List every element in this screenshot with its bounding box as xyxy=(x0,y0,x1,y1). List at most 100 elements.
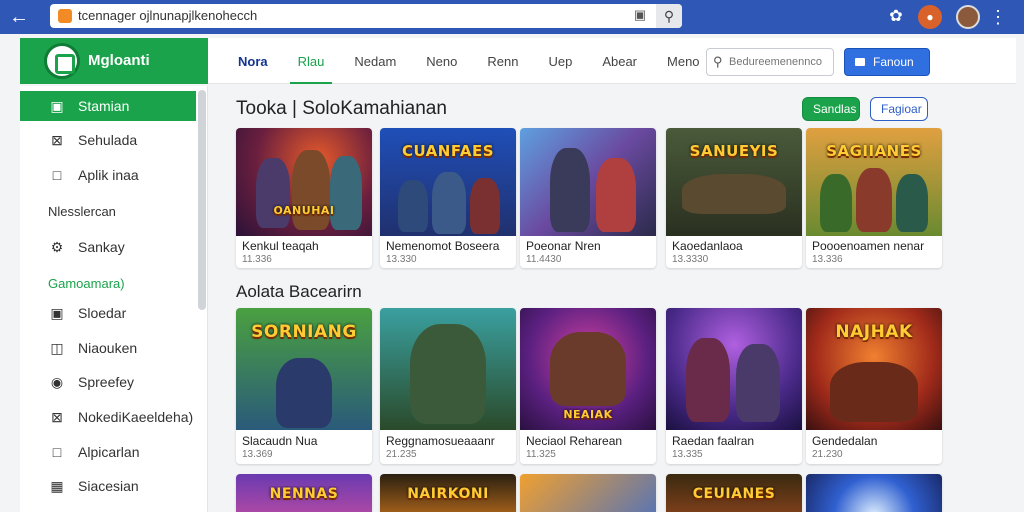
game-title: Neciaol Reharean xyxy=(526,434,623,448)
game-card[interactable]: Raedan faalran 13.335 xyxy=(666,308,802,464)
game-count: 11.325 xyxy=(526,449,556,460)
game-card[interactable] xyxy=(806,474,942,512)
game-count: 11.336 xyxy=(242,254,272,265)
grid-x-icon: ⊠ xyxy=(51,132,63,148)
nav-item[interactable]: Nora xyxy=(230,38,276,84)
square-icon: ▣ xyxy=(50,305,64,321)
sidebar-scrollbar[interactable] xyxy=(198,90,206,310)
game-art: SAGIIANES xyxy=(806,128,942,236)
nav-item[interactable]: Renn xyxy=(479,38,526,84)
nav-item[interactable]: Uep xyxy=(540,38,580,84)
game-card[interactable]: SAGIIANES Poooenoamen nenar 13.336 xyxy=(806,128,942,268)
sidebar-item-label: Stamian xyxy=(78,98,130,114)
game-art: NENNAS xyxy=(236,474,372,512)
game-card[interactable]: OANUHAI Kenkul teaqah 11.336 xyxy=(236,128,372,268)
grid-x-icon: ⊠ xyxy=(51,409,63,425)
profile-icon[interactable]: ● xyxy=(918,5,942,29)
logo-icon xyxy=(44,43,80,79)
nav-item[interactable]: Abear xyxy=(594,38,645,84)
game-card[interactable]: Reggnamosueaaanr 21.235 xyxy=(380,308,516,464)
sidebar-item-label: Sehulada xyxy=(78,132,138,148)
nav-item[interactable]: Neno xyxy=(418,38,465,84)
game-card[interactable]: NENNAS xyxy=(236,474,372,512)
folder-icon: □ xyxy=(52,167,62,183)
game-count: 13.335 xyxy=(672,449,703,460)
address-bar[interactable]: tcennager ojlnunapjlkenohecch ▣ ⚲ xyxy=(50,4,682,28)
game-art: NAJHAK xyxy=(806,308,942,430)
game-card[interactable]: SANUEYIS Kaoedanlaoa 13.3330 xyxy=(666,128,802,268)
url-text[interactable]: tcennager ojlnunapjlkenohecch xyxy=(78,8,257,23)
search-box[interactable]: ⚲ xyxy=(706,48,834,76)
puzzle-icon[interactable]: ✿ xyxy=(884,5,908,29)
game-count: 21.235 xyxy=(386,449,417,460)
game-title: Nemenomot Boseera xyxy=(386,239,500,253)
sidebar-item[interactable]: □ Alpicarlan xyxy=(20,437,196,467)
game-card[interactable]: NEAIAK Neciaol Reharean 11.325 xyxy=(520,308,656,464)
sidebar-item[interactable]: ◫ Niaouken xyxy=(20,333,196,363)
game-count: 13.369 xyxy=(242,449,273,460)
section-title: Aolata Bacearirn xyxy=(236,282,362,301)
sidebar-item-label: Sloedar xyxy=(78,305,127,321)
sidebar-heading: Gamoamara) xyxy=(48,276,125,291)
box-icon: ▦ xyxy=(50,478,64,494)
kebab-menu-icon[interactable]: ⋮ xyxy=(986,5,1010,29)
sidebar-item[interactable]: ▣ Sloedar xyxy=(20,298,196,328)
game-title: Poeonar Nren xyxy=(526,239,601,253)
logo[interactable]: Mgloanti xyxy=(20,38,208,84)
game-card[interactable]: CUANFAES Nemenomot Boseera 13.330 xyxy=(380,128,516,268)
game-title: Reggnamosueaaanr xyxy=(386,434,495,448)
sidebar-item-label: NokediKaeeldeha) xyxy=(78,409,194,425)
nav-item[interactable]: Rlau xyxy=(289,38,333,84)
top-nav: Nora Rlau Nedam Neno Renn Uep Abear Meno xyxy=(230,38,722,84)
game-title: Raedan faalran xyxy=(672,434,755,448)
game-title: Gendedalan xyxy=(812,434,878,448)
search-icon: ⚲ xyxy=(713,54,723,69)
game-art: NEAIAK xyxy=(520,308,656,430)
sidebar-item-label: Alpicarlan xyxy=(78,444,140,460)
game-count: 13.330 xyxy=(386,254,417,265)
game-count: 21.230 xyxy=(812,449,843,460)
nav-item[interactable]: Nedam xyxy=(346,38,404,84)
game-title: Poooenoamen nenar xyxy=(812,239,925,253)
sign-in-button[interactable]: Fanoun xyxy=(844,48,930,76)
nav-item[interactable]: Meno xyxy=(659,38,708,84)
game-card[interactable]: NAIRKONI xyxy=(380,474,516,512)
game-card[interactable] xyxy=(520,474,656,512)
sidebar-item[interactable]: ⚙ Sankay xyxy=(20,232,196,262)
filter-button[interactable]: Fagioar xyxy=(870,97,928,121)
logo-text: Mgloanti xyxy=(88,52,150,69)
browser-toolbar: ← tcennager ojlnunapjlkenohecch ▣ ⚲ ✿ ● … xyxy=(0,0,1024,34)
game-count: 13.336 xyxy=(812,254,843,265)
sidebar-item-label: Niaouken xyxy=(78,340,138,356)
game-art xyxy=(380,308,516,430)
game-card[interactable]: CEUIANES xyxy=(666,474,802,512)
search-icon[interactable]: ⚲ xyxy=(656,4,682,28)
back-button[interactable]: ← xyxy=(6,5,32,29)
square-icon: ▣ xyxy=(50,98,64,114)
camera-icon[interactable]: ▣ xyxy=(630,7,650,25)
gear-icon: ⚙ xyxy=(50,239,64,255)
sidebar-item[interactable]: □ Aplik inaa xyxy=(20,160,196,190)
sidebar-item[interactable]: ◉ Spreefey xyxy=(20,367,196,397)
game-art: CUANFAES xyxy=(380,128,516,236)
sidebar-item-label: Siacesian xyxy=(78,478,139,494)
sidebar-item[interactable]: ▦ Siacesian xyxy=(20,471,196,501)
game-art xyxy=(666,308,802,430)
sidebar-heading: Nlesslercan xyxy=(48,204,116,219)
game-art xyxy=(806,474,942,512)
sidebar-item[interactable]: ⊠ Sehulada xyxy=(20,125,196,155)
game-art: NAIRKONI xyxy=(380,474,516,512)
filter-button[interactable]: Sandlas xyxy=(802,97,860,121)
search-input[interactable] xyxy=(729,53,829,71)
sidebar-item[interactable]: ⊠ NokediKaeeldeha) xyxy=(20,402,196,432)
game-art xyxy=(520,474,656,512)
game-card[interactable]: Poeonar Nren 11.4430 xyxy=(520,128,656,268)
section-title: Tooka | SoloKamahianan xyxy=(236,98,447,119)
book-icon: ◫ xyxy=(50,340,64,356)
game-title: Slacaudn Nua xyxy=(242,434,318,448)
game-card[interactable]: SORNIANG Slacaudn Nua 13.369 xyxy=(236,308,372,464)
sidebar-item[interactable]: ▣ Stamian xyxy=(20,91,196,121)
avatar[interactable] xyxy=(956,5,980,29)
sidebar-item-label: Spreefey xyxy=(78,374,135,390)
game-card[interactable]: NAJHAK Gendedalan 21.230 xyxy=(806,308,942,464)
